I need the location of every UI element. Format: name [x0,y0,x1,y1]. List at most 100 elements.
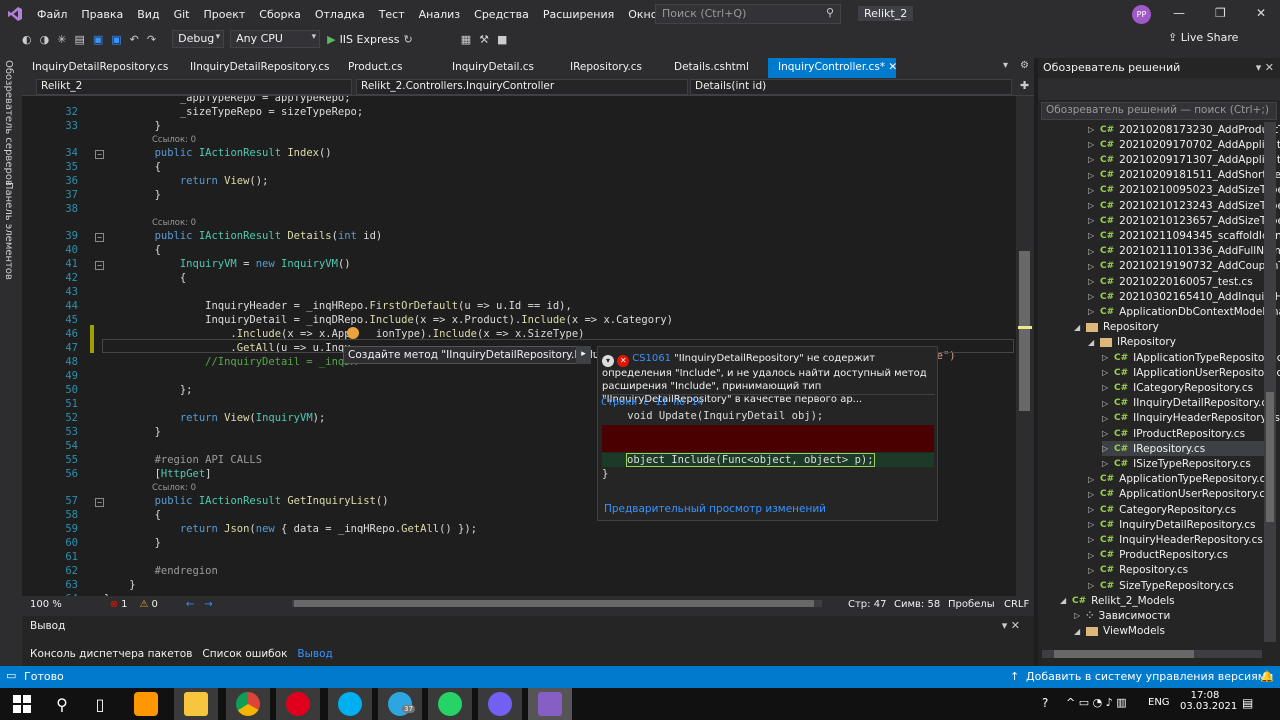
expand-arrow-icon[interactable]: ▷ [1102,368,1114,377]
save-icon[interactable]: ▣ [89,33,107,46]
tree-item[interactable]: ◢ ViewModels [1074,624,1165,639]
fold-toggle-icon[interactable]: − [95,150,104,159]
menu-item[interactable]: Вид [130,8,166,21]
notifications-icon[interactable]: 🔔 [1260,670,1274,683]
tree-item[interactable]: ▷ C# 20210209170702_AddApplication [1088,137,1280,152]
expand-arrow-icon[interactable]: ▷ [1088,520,1100,529]
tree-item[interactable]: ▷ C# CategoryRepository.cs [1088,502,1236,517]
chrome-icon[interactable] [226,688,270,720]
menu-item[interactable]: Git [167,8,197,21]
tree-item[interactable]: ▷ C# 20210210123657_AddSizeTypeTo [1088,213,1280,228]
tree-item[interactable]: ▷ C# IApplicationTypeRepository.cs [1102,350,1280,365]
tree-item[interactable]: ▷ C# IApplicationUserRepository.cs [1102,365,1280,380]
file-explorer-icon[interactable] [174,688,218,720]
expand-arrow-icon[interactable]: ◢ [1074,323,1086,332]
tree-item[interactable]: ▷ ⁘ Зависимости [1074,608,1170,623]
undo-icon[interactable]: ↶ [126,33,143,46]
tree-item[interactable]: ▷ C# 20210302165410_AddInquiryHea [1088,289,1280,304]
solution-hscroll[interactable] [1042,650,1262,658]
close-icon[interactable]: ✕ [1256,6,1266,20]
zoom-dropdown[interactable]: 100 % [30,599,62,610]
avatar[interactable]: PP [1132,5,1151,24]
browser-icon[interactable]: ▦ [457,33,475,46]
settings-icon[interactable]: ⚙ [1020,60,1029,71]
tab-document[interactable]: Details.cshtml [664,58,768,78]
method-dropdown[interactable]: Details(int id) [690,79,1012,95]
expand-arrow-icon[interactable]: ▷ [1074,611,1086,620]
tab-package-console[interactable]: Консоль диспетчера пакетов [30,648,192,660]
viber-icon[interactable] [478,688,522,720]
project-dropdown[interactable]: Relikt_2 [36,79,352,95]
expand-arrow-icon[interactable]: ▸ [576,346,591,364]
maximize-icon[interactable]: ❐ [1215,6,1226,20]
tree-item[interactable]: ◢ IRepository [1088,335,1176,350]
tree-item[interactable]: ▷ C# 20210208173230_AddProductToD [1088,122,1280,137]
tree-item[interactable]: ▷ C# IProductRepository.cs [1102,426,1245,441]
prev-issue-icon[interactable]: ← [186,599,194,610]
tree-item[interactable]: ▷ C# ApplicationTypeRepository.cs [1088,472,1271,487]
tab-overflow-icon[interactable]: ▾ [1003,60,1008,71]
tree-item[interactable]: ▷ C# ApplicationUserRepository.cs [1088,487,1271,502]
tab-document[interactable]: IInquiryDetailRepository.cs [180,58,338,78]
tree-item[interactable]: ◢ C# Relikt_2_Models [1060,593,1175,608]
expand-arrow-icon[interactable]: ▷ [1088,277,1100,286]
tree-item[interactable]: ▷ C# IInquiryHeaderRepository.cs [1102,411,1280,426]
solution-search-input[interactable]: Обозреватель решений — поиск (Ctrl+;) [1041,102,1277,120]
run-button[interactable]: IIS Express [340,33,400,46]
reference-count[interactable]: Ссылок: 0 [152,483,196,493]
tab-output[interactable]: Вывод [297,648,332,660]
tree-item[interactable]: ▷C# 20210211101336_AddFullNameTo [1088,244,1280,259]
reference-count[interactable]: Ссылок: 0 [152,135,196,145]
warning-count-icon[interactable]: ⚠ [140,599,149,610]
tree-item[interactable]: ▷ C# ProductRepository.cs [1088,548,1228,563]
reference-count[interactable]: Ссылок: 0 [152,218,196,228]
windows-start-icon[interactable] [0,688,44,720]
expand-arrow-icon[interactable]: ▷ [1102,399,1114,408]
expand-arrow-icon[interactable]: ▷ [1102,444,1114,453]
panel-close-icon[interactable]: ▾ ✕ [1256,61,1274,74]
fold-toggle-icon[interactable]: − [95,498,104,507]
tree-item[interactable]: ▷C# 20210209181511_AddShortDescT [1088,168,1280,183]
open-icon[interactable]: ▤ [70,33,88,46]
expand-arrow-icon[interactable]: ▷ [1102,414,1114,423]
fold-toggle-icon[interactable]: − [95,261,104,270]
search-input[interactable]: Поиск (Ctrl+Q) ⚲ [655,4,841,24]
expand-arrow-icon[interactable]: ▷ [1088,566,1100,575]
toolbox-tab[interactable]: Панель элементов [3,182,14,280]
error-count[interactable]: 1 [121,599,127,610]
expand-arrow-icon[interactable]: ▷ [1088,262,1100,271]
expand-arrow-icon[interactable]: ▷ [1088,505,1100,514]
tree-item[interactable]: ▷ C# 20210220160057_test.cs [1088,274,1253,289]
warning-count[interactable]: 0 [152,599,158,610]
whatsapp-icon[interactable] [428,688,472,720]
bookmark-icon[interactable]: ■ [493,33,511,46]
tree-item[interactable]: ▷ C# IInquiryDetailRepository.cs [1102,396,1273,411]
minimize-icon[interactable]: — [1173,6,1185,20]
expand-arrow-icon[interactable]: ◢ [1088,338,1100,347]
tab-document[interactable]: InquiryDetailRepository.cs [22,58,180,78]
task-view-icon[interactable]: ▯ [78,688,122,720]
tab-document[interactable]: Product.cs [338,58,442,78]
tray-icons[interactable]: ^ ▭ ◔ ♪ ▥ [1066,696,1127,709]
tree-item[interactable]: ▷ C# ICategoryRepository.cs [1102,380,1253,395]
fold-toggle-icon[interactable]: − [95,233,104,242]
tree-item[interactable]: ▷ C# ApplicationDbContextModelSnap [1088,304,1280,319]
expand-arrow-icon[interactable]: ▷ [1102,429,1114,438]
expand-arrow-icon[interactable]: ▷ [1088,201,1100,210]
tools-icon[interactable]: ⚒ [475,33,493,46]
live-share-button[interactable]: ⇪ Live Share [1168,31,1238,44]
menu-item[interactable]: Тест [372,8,412,21]
expand-arrow-icon[interactable]: ▷ [1088,140,1100,149]
menu-item[interactable]: Сборка [252,8,308,21]
expand-arrow-icon[interactable]: ▷ [1088,155,1100,164]
skype-icon[interactable] [328,688,372,720]
configuration-dropdown[interactable]: Debug ▾ [172,30,225,48]
tab-error-list[interactable]: Список ошибок [202,648,287,660]
expand-arrow-icon[interactable]: ▷ [1088,186,1100,195]
sublime-icon[interactable] [124,688,168,720]
expand-arrow-icon[interactable]: ▷ [1088,581,1100,590]
redo-icon[interactable]: ↷ [143,33,160,46]
lightbulb-icon[interactable] [347,327,359,339]
collapse-icon[interactable]: ▾ [602,355,614,367]
add-to-source-control[interactable]: Добавить в систему управления версиями [1026,670,1273,683]
